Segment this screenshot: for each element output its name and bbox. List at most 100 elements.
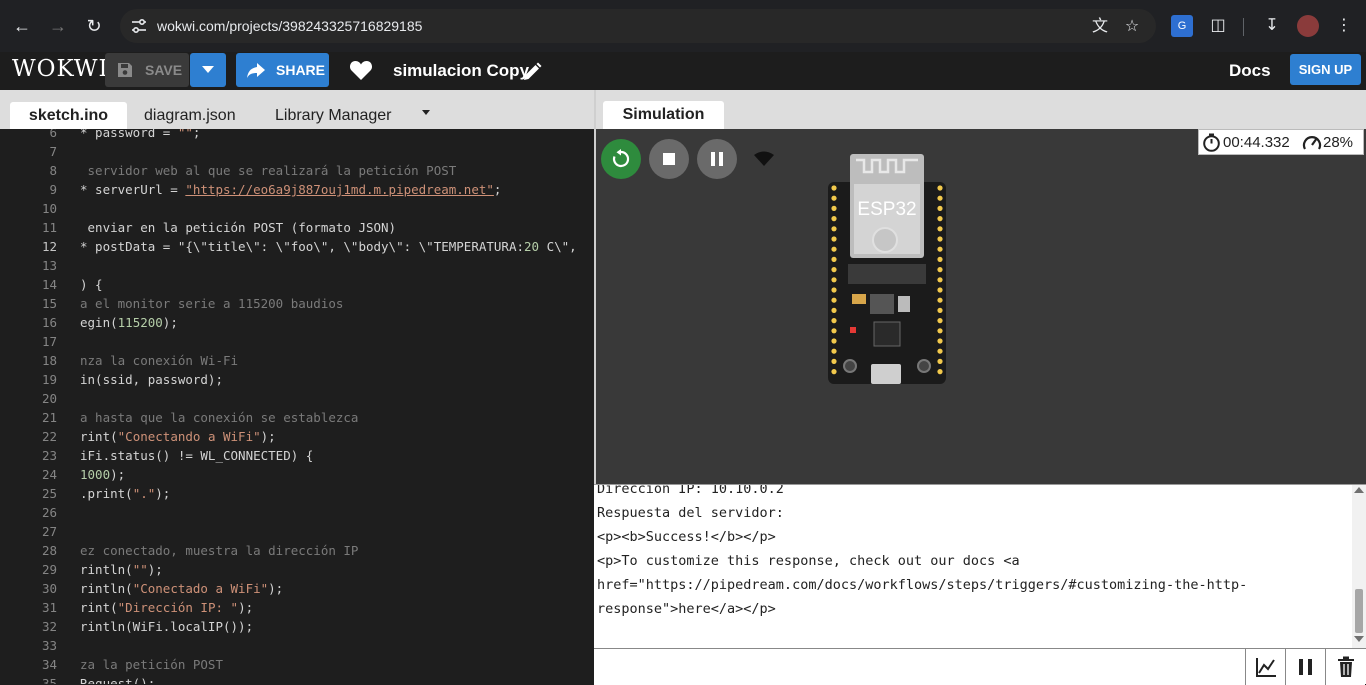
code-line[interactable]: 19 in(ssid, password); (0, 370, 594, 389)
serial-output-line: <p>To customize this response, check out… (597, 553, 1020, 569)
line-number: 15 (41, 296, 57, 311)
pause-simulation-button[interactable] (697, 139, 737, 179)
plotter-button[interactable] (1245, 649, 1285, 685)
project-title[interactable]: simulacion Copy (393, 61, 529, 81)
line-number: 17 (41, 334, 57, 349)
code-line[interactable]: 13 (0, 256, 594, 275)
code-line[interactable]: 10 (0, 199, 594, 218)
code-line[interactable]: 32 rintln(WiFi.localIP()); (0, 617, 594, 636)
serial-pause-button[interactable] (1285, 649, 1325, 685)
board-label: ESP32 (857, 199, 916, 220)
code-line[interactable]: 22 rint("Conectando a WiFi"); (0, 427, 594, 446)
line-number: 26 (41, 505, 57, 520)
floppy-disk-icon (118, 63, 132, 77)
code-line[interactable]: 29 rintln(""); (0, 560, 594, 579)
code-line[interactable]: 7 (0, 142, 594, 161)
serial-input[interactable] (594, 649, 1245, 685)
scroll-up-arrow-icon[interactable] (1354, 487, 1364, 493)
trash-icon (1338, 656, 1354, 677)
clear-serial-button[interactable] (1325, 649, 1365, 685)
sign-up-button[interactable]: SIGN UP (1290, 54, 1361, 85)
esp32-board[interactable]: ESP32 (828, 154, 946, 390)
translate-extension-icon[interactable]: G (1171, 15, 1193, 37)
forward-arrow-icon[interactable]: → (46, 14, 70, 38)
cpu-usage: 28% (1323, 134, 1354, 151)
code-line[interactable]: 28 ez conectado, muestra la dirección IP (0, 541, 594, 560)
save-button[interactable]: SAVE (105, 53, 189, 87)
download-icon[interactable]: ↧ (1261, 15, 1283, 37)
serial-monitor-output[interactable]: response">here</a></p> href="https://pipe… (594, 484, 1366, 648)
code-line[interactable]: 26 (0, 503, 594, 522)
address-bar[interactable]: wokwi.com/projects/398243325716829185 文 … (120, 9, 1156, 43)
line-number: 19 (41, 372, 57, 387)
line-number: 14 (41, 277, 57, 292)
extensions-puzzle-icon[interactable]: ◫ (1207, 15, 1229, 37)
bookmark-star-icon[interactable]: ☆ (1122, 17, 1142, 37)
reload-icon[interactable]: ↻ (82, 14, 106, 38)
docs-link[interactable]: Docs (1229, 61, 1271, 81)
code-line[interactable]: 23 iFi.status() != WL_CONNECTED) { (0, 446, 594, 465)
serial-output-line: Respuesta del servidor: (597, 505, 784, 521)
pencil-edit-icon[interactable] (522, 62, 542, 82)
code-line[interactable]: 21 a hasta que la conexión se establezca (0, 408, 594, 427)
code-line[interactable]: 20 (0, 389, 594, 408)
save-options-dropdown[interactable] (190, 53, 226, 87)
code-line[interactable]: 18 nza la conexión Wi-Fi (0, 351, 594, 370)
save-button-label: SAVE (145, 62, 183, 78)
tab-menu-dropdown-icon[interactable] (422, 110, 430, 115)
line-number: 12 (41, 239, 57, 254)
browser-toolbar: ← → ↻ wokwi.com/projects/398243325716829… (0, 0, 1366, 52)
browser-menu-icon[interactable]: ⋮ (1333, 15, 1355, 37)
code-line[interactable]: 14 ) { (0, 275, 594, 294)
wokwi-logo[interactable]: WOKWI (12, 56, 109, 82)
profile-avatar[interactable] (1297, 15, 1319, 37)
code-line[interactable]: 31 rint("Dirección IP: "); (0, 598, 594, 617)
wifi-icon (754, 151, 774, 166)
code-line[interactable]: 8 servidor web al que se realizará la pe… (0, 161, 594, 180)
tab-library-manager[interactable]: Library Manager (275, 102, 392, 129)
code-line[interactable]: 27 (0, 522, 594, 541)
code-editor[interactable]: 6 * password = ""; 7 8 servidor web al que … (0, 129, 594, 684)
code-line[interactable]: 17 (0, 332, 594, 351)
code-line[interactable]: 6 * password = ""; (0, 129, 594, 142)
stop-icon (663, 153, 675, 165)
site-settings-icon[interactable] (130, 17, 148, 35)
back-arrow-icon[interactable]: ← (10, 14, 34, 38)
code-line[interactable]: 12 * postData = "{\"title\": \"foo\", \"b… (0, 237, 594, 256)
share-button[interactable]: SHARE (236, 53, 329, 87)
code-text: za la petición POST (80, 657, 223, 672)
code-text: ) { (80, 277, 103, 292)
stop-simulation-button[interactable] (649, 139, 689, 179)
line-number: 25 (41, 486, 57, 501)
code-line[interactable]: 25 .print("."); (0, 484, 594, 503)
code-line[interactable]: 30 rintln("Conectado a WiFi"); (0, 579, 594, 598)
serial-scrollbar[interactable] (1352, 485, 1366, 648)
code-line[interactable]: 16 egin(115200); (0, 313, 594, 332)
restart-simulation-button[interactable] (601, 139, 641, 179)
code-line[interactable]: 35 Request(); (0, 674, 594, 684)
code-line[interactable]: 15 a el monitor serie a 115200 baudios (0, 294, 594, 313)
line-number: 20 (41, 391, 57, 406)
heart-icon[interactable] (349, 59, 373, 81)
line-number: 22 (41, 429, 57, 444)
code-line[interactable]: 11 enviar en la petición POST (formato J… (0, 218, 594, 237)
tab-simulation[interactable]: Simulation (603, 101, 724, 129)
restart-icon (612, 149, 630, 168)
scroll-down-arrow-icon[interactable] (1354, 636, 1364, 642)
line-number: 29 (41, 562, 57, 577)
code-text: iFi.status() != WL_CONNECTED) { (80, 448, 314, 463)
code-line[interactable]: 33 (0, 636, 594, 655)
line-number: 10 (41, 201, 57, 216)
tab-sketch-ino[interactable]: sketch.ino (10, 102, 127, 129)
code-text: rintln(""); (80, 562, 163, 577)
scrollbar-thumb[interactable] (1355, 589, 1363, 633)
line-number: 8 (49, 163, 57, 178)
elapsed-time: 00:44.332 (1223, 134, 1290, 151)
code-line[interactable]: 24 1000); (0, 465, 594, 484)
tab-diagram-json[interactable]: diagram.json (144, 102, 236, 129)
translate-icon[interactable]: 文 (1090, 17, 1110, 37)
line-number: 27 (41, 524, 57, 539)
code-line[interactable]: 34 za la petición POST (0, 655, 594, 674)
simulation-canvas[interactable]: 00:44.332 28% ESP32 (596, 129, 1366, 484)
code-line[interactable]: 9 * serverUrl = "https://eo6a9j887ouj1md.… (0, 180, 594, 199)
